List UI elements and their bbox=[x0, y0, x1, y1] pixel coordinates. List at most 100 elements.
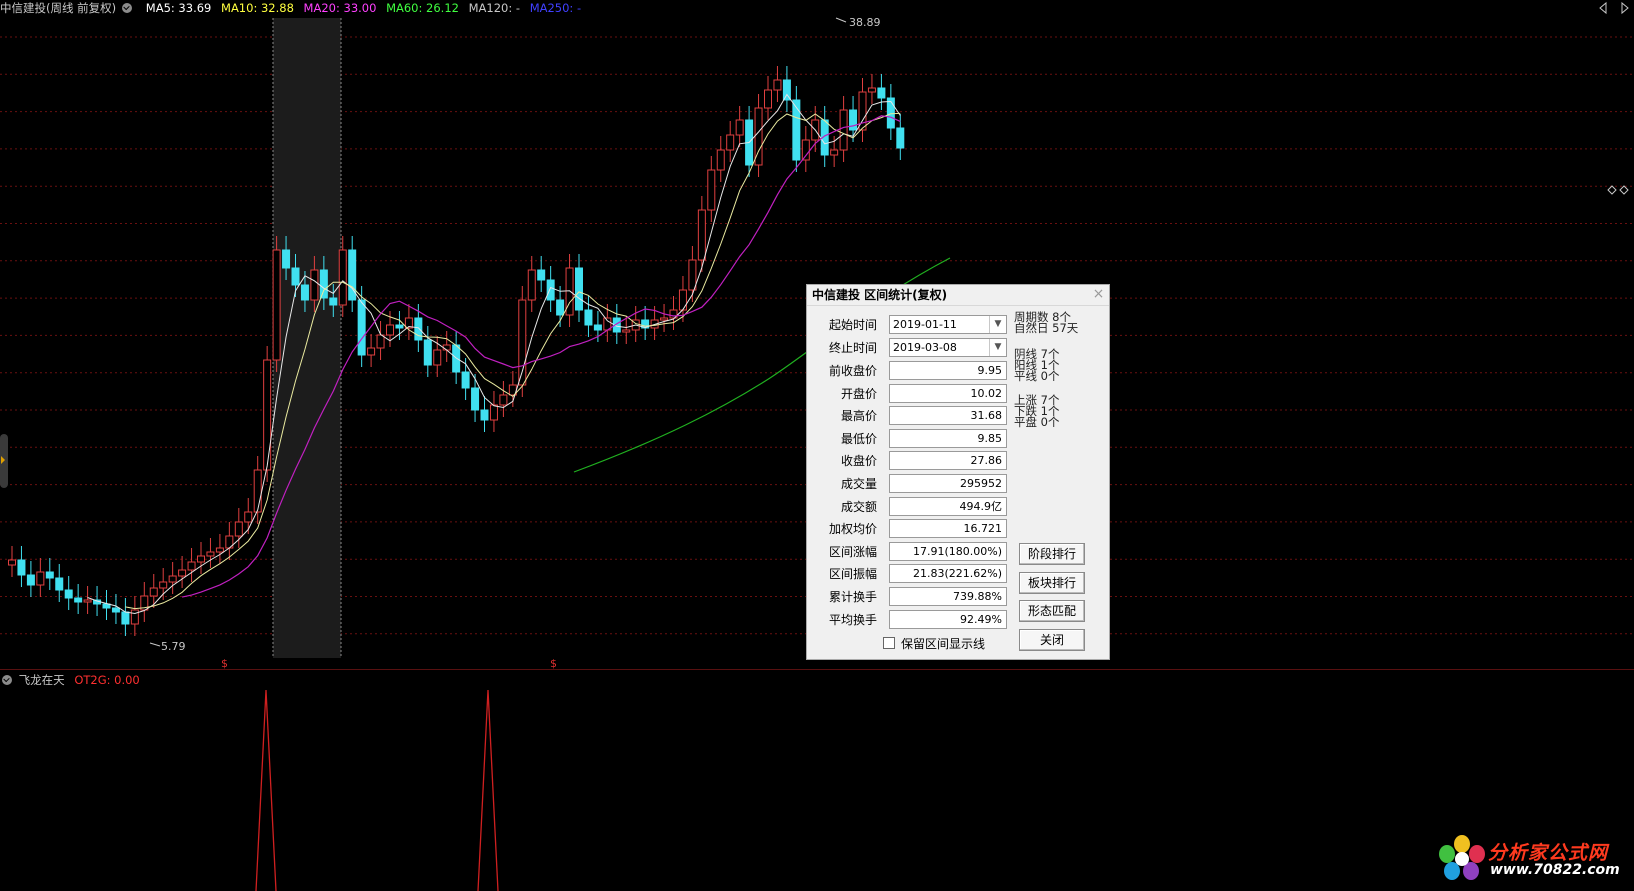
stat-field-value[interactable]: 739.88% bbox=[889, 587, 1007, 606]
pattern-match-button[interactable]: 形态匹配 bbox=[1019, 600, 1085, 622]
range-stats-dialog[interactable]: 中信建投 区间统计(复权) × 起始时间 2019-01-11 ▼ 终止时间 20… bbox=[806, 284, 1110, 660]
stat-field-label: 前收盘价 bbox=[828, 364, 877, 378]
candle-body bbox=[414, 317, 423, 341]
watermark-text: 分析家公式网 bbox=[1488, 842, 1609, 864]
candle-body bbox=[329, 297, 338, 306]
stat-field-value[interactable]: 494.9亿 bbox=[889, 496, 1007, 516]
candle-body bbox=[537, 269, 546, 281]
ma120-value: MA120: - bbox=[468, 1, 521, 15]
ma250-value: MA250: - bbox=[529, 1, 582, 15]
candle-body bbox=[773, 79, 782, 91]
stat-field-value[interactable]: 31.68 bbox=[889, 406, 1007, 426]
end-time-label: 终止时间 bbox=[828, 341, 877, 355]
candle-body bbox=[300, 284, 309, 301]
ma5-line bbox=[87, 93, 901, 615]
stat-field-value[interactable]: 27.86 bbox=[889, 451, 1007, 471]
signal-marker: $ bbox=[221, 657, 228, 670]
stat-field-value[interactable]: 17.91(180.00%) bbox=[889, 541, 1007, 561]
chevron-down-icon[interactable]: ▼ bbox=[989, 316, 1006, 333]
end-date-select[interactable]: 2019-03-08 ▼ bbox=[889, 338, 1007, 357]
stat-field-value[interactable]: 92.49% bbox=[889, 609, 1007, 629]
candle-body bbox=[726, 134, 735, 151]
close-button[interactable]: 关闭 bbox=[1019, 629, 1085, 651]
candle-body bbox=[867, 87, 876, 93]
stat-field-value[interactable]: 9.95 bbox=[889, 361, 1007, 380]
candle-body bbox=[130, 609, 139, 625]
candle-body bbox=[55, 577, 64, 591]
indicator-name: 飞龙在天 bbox=[18, 673, 65, 687]
stat-field-label: 区间涨幅 bbox=[828, 544, 877, 559]
candle-body bbox=[291, 267, 300, 286]
selected-range-highlight bbox=[273, 18, 341, 658]
candle-body bbox=[376, 334, 385, 349]
candle-body bbox=[527, 269, 536, 301]
candle-body bbox=[263, 359, 272, 471]
stat-flat: 平线 0个 bbox=[1014, 369, 1060, 383]
candle-body bbox=[688, 259, 697, 291]
candle-body bbox=[735, 119, 744, 136]
stat-natural-days: 自然日 57天 bbox=[1014, 321, 1079, 335]
candle-body bbox=[593, 324, 602, 331]
candle-body bbox=[187, 561, 196, 571]
candle-body bbox=[357, 299, 366, 356]
candle-body bbox=[849, 109, 858, 131]
indicator-legend: 飞龙在天 OT2G: 0.00 bbox=[2, 673, 140, 687]
diamond-icon[interactable] bbox=[1607, 185, 1617, 195]
stat-field-value[interactable]: 21.83(221.62%) bbox=[889, 564, 1007, 584]
sector-rank-button[interactable]: 板块排行 bbox=[1019, 572, 1085, 594]
diamond-icon[interactable] bbox=[1619, 185, 1629, 195]
candle-body bbox=[121, 611, 130, 625]
ma-legend: 中信建投(周线 前复权) MA5: 33.69 MA10: 32.88 MA20… bbox=[0, 0, 587, 16]
stat-field-value[interactable]: 9.85 bbox=[889, 428, 1007, 448]
side-handle-icon[interactable] bbox=[0, 434, 8, 488]
ma10-value: MA10: 32.88 bbox=[221, 1, 294, 15]
low-pointer bbox=[149, 642, 161, 647]
candle-body bbox=[272, 249, 281, 361]
candle-body bbox=[697, 209, 706, 261]
candle-body bbox=[622, 329, 631, 333]
candle-body bbox=[839, 109, 848, 151]
candle-body bbox=[546, 279, 555, 301]
start-time-label: 起始时间 bbox=[828, 318, 877, 332]
watermark: 分析家公式网 www.70822.com bbox=[1432, 828, 1634, 888]
stat-field-label: 成交量 bbox=[840, 477, 877, 491]
candle-body bbox=[74, 597, 83, 603]
candle-body bbox=[830, 149, 839, 156]
candle-body bbox=[111, 607, 120, 613]
candle-body bbox=[234, 521, 243, 537]
keep-range-lines-label: 保留区间显示线 bbox=[901, 637, 986, 651]
chevron-down-icon[interactable]: ▼ bbox=[989, 339, 1006, 356]
stat-field-label: 收盘价 bbox=[840, 454, 877, 469]
candle-body bbox=[253, 469, 262, 513]
watermark-url: www.70822.com bbox=[1490, 862, 1620, 878]
start-date-select[interactable]: 2019-01-11 ▼ bbox=[889, 315, 1007, 334]
stage-rank-button[interactable]: 阶段排行 bbox=[1019, 543, 1085, 565]
indicator-toggle-icon[interactable] bbox=[2, 675, 12, 685]
stat-field-label: 成交额 bbox=[840, 499, 877, 514]
dialog-title[interactable]: 中信建投 区间统计(复权) bbox=[807, 285, 1109, 306]
candle-body bbox=[310, 269, 319, 301]
stat-field-value[interactable]: 295952 bbox=[889, 474, 1007, 493]
high-price-label: 38.89 bbox=[849, 16, 881, 29]
legend-toggle-icon[interactable] bbox=[122, 3, 133, 13]
candle-body bbox=[206, 551, 215, 557]
candle-body bbox=[584, 309, 593, 326]
checkbox-icon[interactable] bbox=[883, 637, 895, 649]
stat-field-label: 最高价 bbox=[840, 409, 877, 424]
start-date-value: 2019-01-11 bbox=[893, 318, 957, 331]
stat-field-value[interactable]: 10.02 bbox=[889, 383, 1007, 403]
candle-body bbox=[423, 339, 432, 366]
keep-range-lines-checkbox[interactable]: 保留区间显示线 bbox=[883, 637, 985, 651]
candle-body bbox=[215, 547, 224, 553]
candle-body bbox=[45, 571, 54, 579]
close-icon[interactable]: × bbox=[1092, 287, 1105, 301]
scroll-right-icon[interactable] bbox=[1621, 1, 1629, 15]
candle-body bbox=[480, 409, 489, 421]
candle-body bbox=[395, 324, 404, 329]
stat-field-label: 区间振幅 bbox=[828, 567, 877, 582]
scroll-left-icon[interactable] bbox=[1599, 1, 1607, 15]
flower-logo-icon bbox=[1439, 835, 1485, 880]
indicator-value: OT2G: 0.00 bbox=[74, 673, 140, 687]
candle-body bbox=[197, 555, 205, 563]
stat-field-value[interactable]: 16.721 bbox=[889, 519, 1007, 539]
